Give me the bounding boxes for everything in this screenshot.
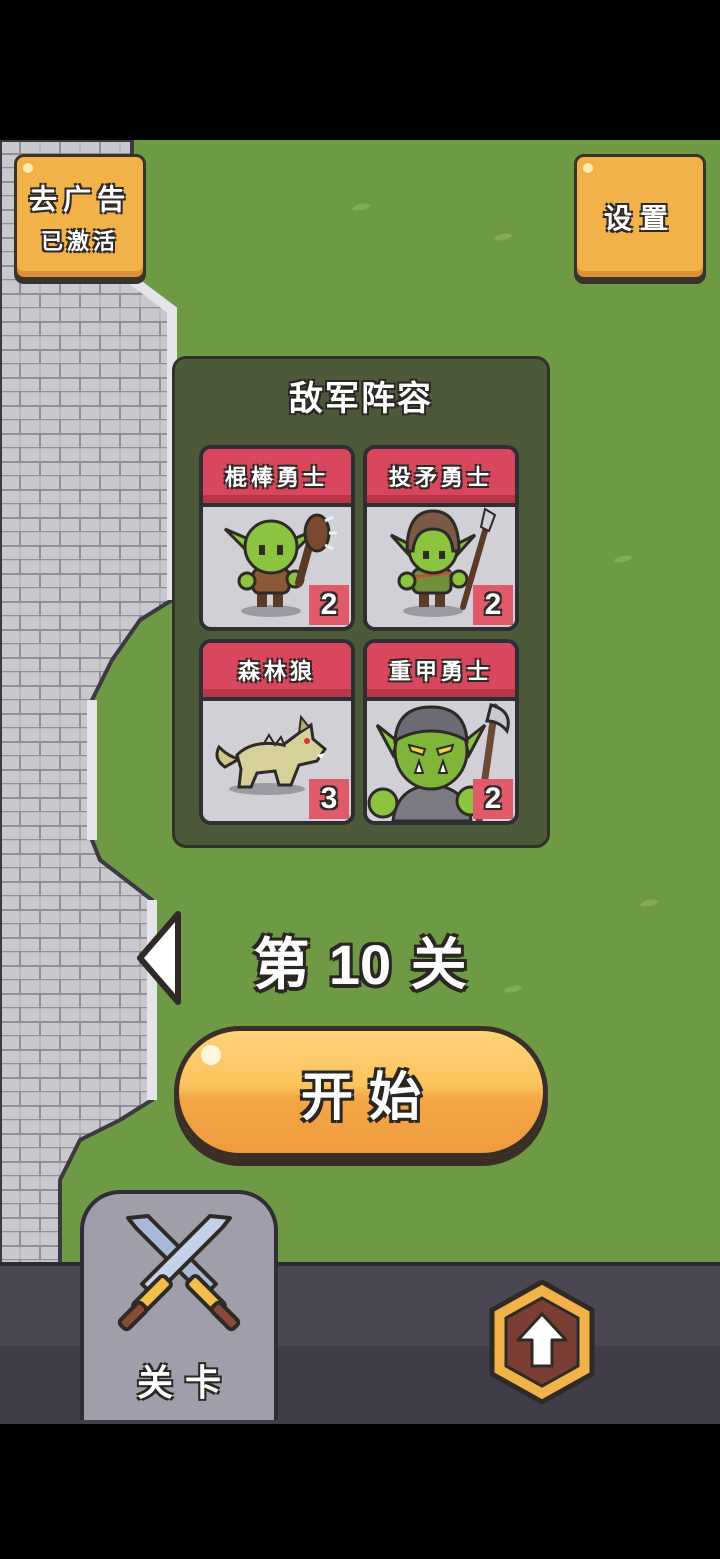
button-highlight xyxy=(23,163,33,173)
crossed-swords-icon xyxy=(117,1214,241,1332)
remove-ads-label: 去广告 xyxy=(28,183,131,216)
enemy-card-heavy-armor-warrior[interactable]: 重甲勇士 2 xyxy=(363,639,519,825)
previous-level-arrow-icon[interactable] xyxy=(130,908,190,1008)
enemy-card-club-warrior[interactable]: 棍棒勇士 2 xyxy=(199,445,355,631)
level-title: 第 10 关 xyxy=(200,920,520,1001)
enemy-count: 2 xyxy=(473,585,513,625)
grass-decoration xyxy=(639,898,659,908)
enemy-roster-panel: 敌军阵容 棍棒勇士 2 投矛勇士 2 森林狼 3 重甲勇士 2 xyxy=(172,356,550,848)
tab-levels-label: 关卡 xyxy=(136,1363,233,1404)
enemy-count: 2 xyxy=(309,585,349,625)
castle-wall xyxy=(0,140,177,1340)
ads-status-label: 已激活 xyxy=(40,230,119,255)
enemy-name: 投矛勇士 xyxy=(367,449,515,507)
level-prefix: 第 xyxy=(253,933,310,998)
enemy-card-spear-warrior[interactable]: 投矛勇士 2 xyxy=(363,445,519,631)
button-highlight xyxy=(201,1045,221,1065)
level-number: 10 xyxy=(328,933,392,996)
settings-button[interactable]: 设置 xyxy=(574,154,706,280)
start-button[interactable]: 开始 xyxy=(174,1026,548,1158)
enemy-name: 森林狼 xyxy=(203,643,351,701)
enemy-name: 重甲勇士 xyxy=(367,643,515,701)
tab-levels[interactable]: 关卡 xyxy=(80,1190,278,1420)
level-suffix: 关 xyxy=(410,933,467,998)
roster-title: 敌军阵容 xyxy=(289,379,433,419)
enemy-card-forest-wolf[interactable]: 森林狼 3 xyxy=(199,639,355,825)
enemy-name: 棍棒勇士 xyxy=(203,449,351,507)
enemy-count: 3 xyxy=(309,779,349,819)
grass-decoration xyxy=(493,232,513,242)
grass-decoration xyxy=(351,202,371,212)
button-highlight xyxy=(583,163,593,173)
enemy-count: 2 xyxy=(473,779,513,819)
upgrade-arrow-icon[interactable] xyxy=(486,1278,598,1408)
settings-label: 设置 xyxy=(603,202,676,235)
remove-ads-button[interactable]: 去广告 已激活 xyxy=(14,154,146,280)
start-label: 开始 xyxy=(300,1067,437,1128)
grass-decoration xyxy=(613,554,633,564)
